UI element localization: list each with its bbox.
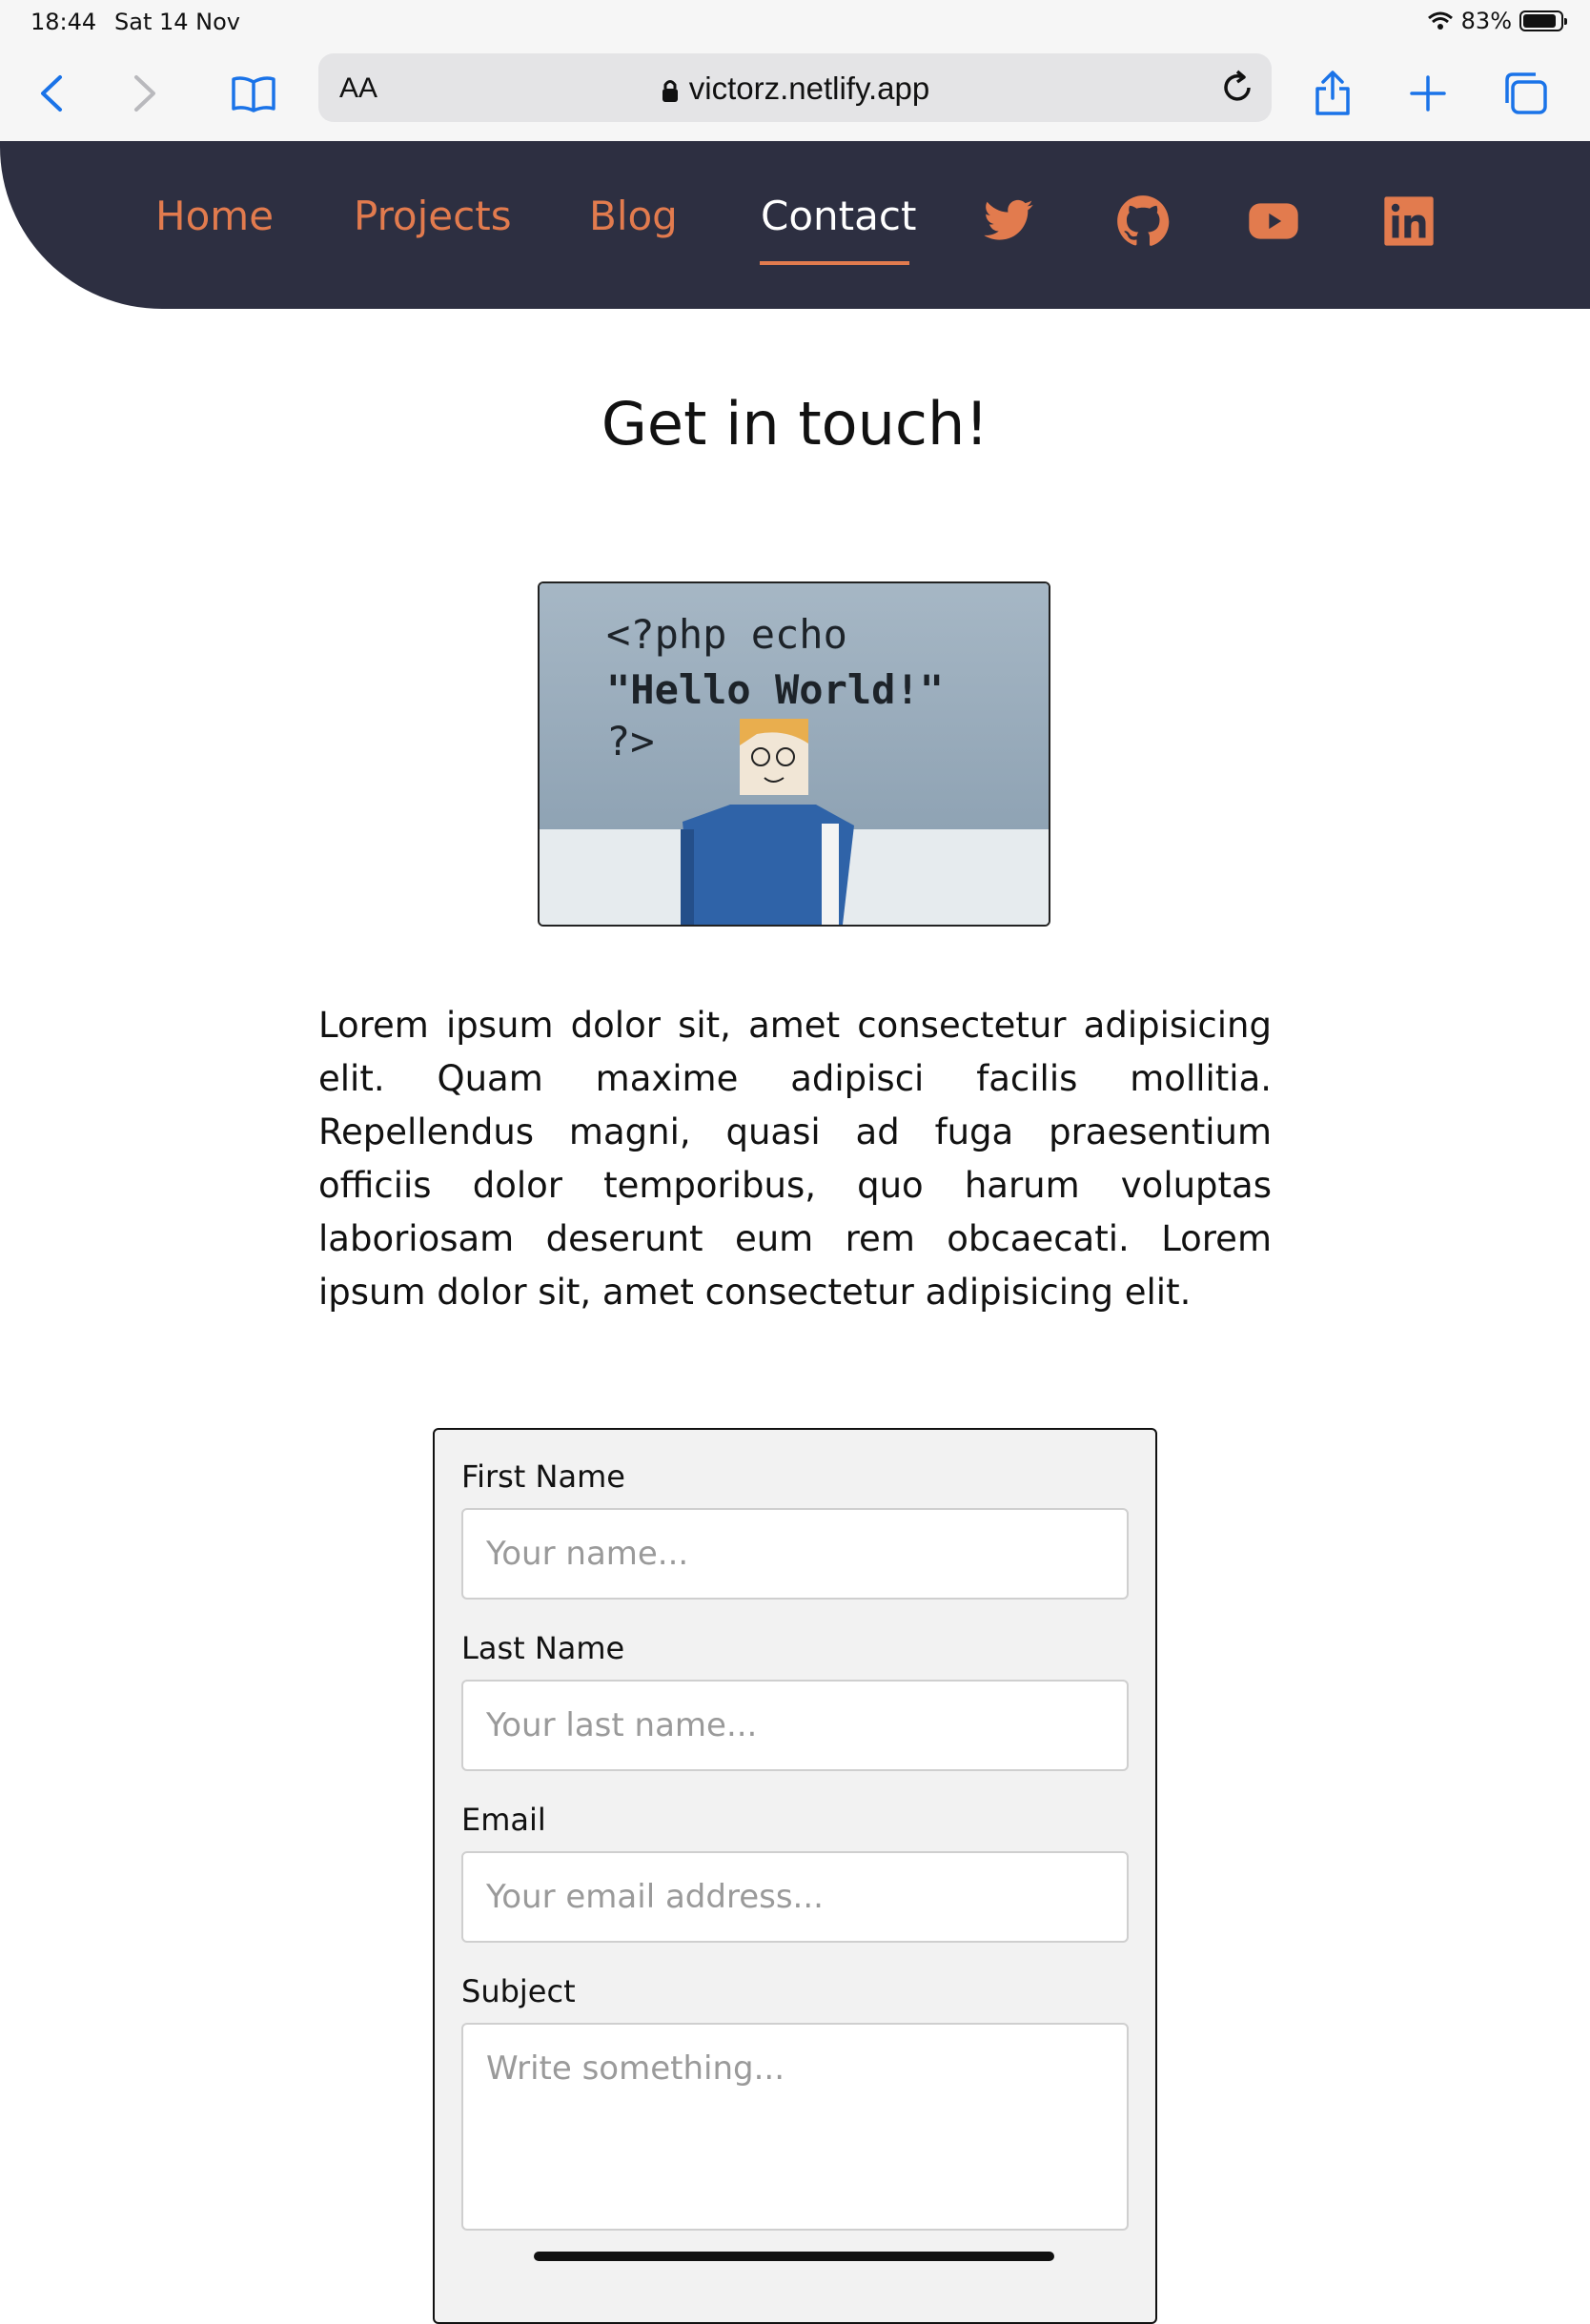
hero-image: <?php echo "Hello World!" ?> — [538, 581, 1050, 927]
nav-link-projects[interactable]: Projects — [354, 193, 512, 239]
status-bar: 18:44 Sat 14 Nov 83% — [0, 0, 1590, 46]
nav-link-home[interactable]: Home — [155, 193, 274, 239]
last-name-input[interactable] — [461, 1680, 1129, 1771]
url-text: victorz.netlify.app — [688, 71, 930, 106]
nav-link-blog[interactable]: Blog — [589, 193, 678, 239]
active-nav-underline — [760, 261, 909, 265]
linkedin-icon[interactable] — [1382, 194, 1436, 248]
php-hello-world-illustration: <?php echo "Hello World!" ?> — [540, 583, 1049, 925]
hero-code-line-3: ?> — [606, 718, 655, 764]
email-label: Email — [461, 1802, 546, 1838]
contact-form: First Name Last Name Email Subject — [433, 1428, 1157, 2324]
github-icon[interactable] — [1116, 194, 1170, 248]
wifi-icon — [1427, 11, 1453, 30]
last-name-label: Last Name — [461, 1630, 625, 1666]
reload-icon[interactable] — [1216, 67, 1258, 109]
subject-textarea[interactable] — [461, 2023, 1129, 2231]
browser-toolbar: AA victorz.netlify.app — [0, 46, 1590, 141]
home-indicator[interactable] — [534, 2252, 1054, 2261]
first-name-input[interactable] — [461, 1508, 1129, 1600]
new-tab-icon[interactable] — [1399, 65, 1457, 122]
status-time: 18:44 — [31, 9, 97, 35]
bookmarks-icon[interactable] — [225, 65, 282, 122]
page-title: Get in touch! — [601, 389, 989, 459]
tabs-overview-icon[interactable] — [1497, 65, 1554, 122]
share-icon[interactable] — [1304, 65, 1361, 122]
youtube-icon[interactable] — [1247, 194, 1300, 248]
url-display[interactable]: victorz.netlify.app — [318, 71, 1272, 107]
subject-label: Subject — [461, 1973, 576, 2009]
back-icon[interactable] — [23, 65, 80, 122]
email-input[interactable] — [461, 1851, 1129, 1943]
address-bar[interactable]: AA victorz.netlify.app — [318, 53, 1272, 122]
first-name-label: First Name — [461, 1458, 625, 1495]
hero-code-line-1: <?php echo — [606, 611, 847, 658]
status-right: 83% — [1427, 8, 1567, 34]
hero-code-line-2: "Hello World!" — [606, 666, 944, 713]
intro-paragraph: Lorem ipsum dolor sit, amet consectetur … — [318, 1005, 1272, 1313]
forward-icon[interactable] — [116, 65, 173, 122]
lock-icon — [662, 80, 678, 103]
nav-link-contact[interactable]: Contact — [761, 193, 916, 239]
twitter-icon[interactable] — [982, 194, 1035, 248]
status-date: Sat 14 Nov — [114, 9, 240, 35]
battery-icon — [1519, 10, 1567, 31]
battery-percent: 83% — [1460, 8, 1512, 34]
site-navigation: Home Projects Blog Contact — [0, 141, 1590, 309]
